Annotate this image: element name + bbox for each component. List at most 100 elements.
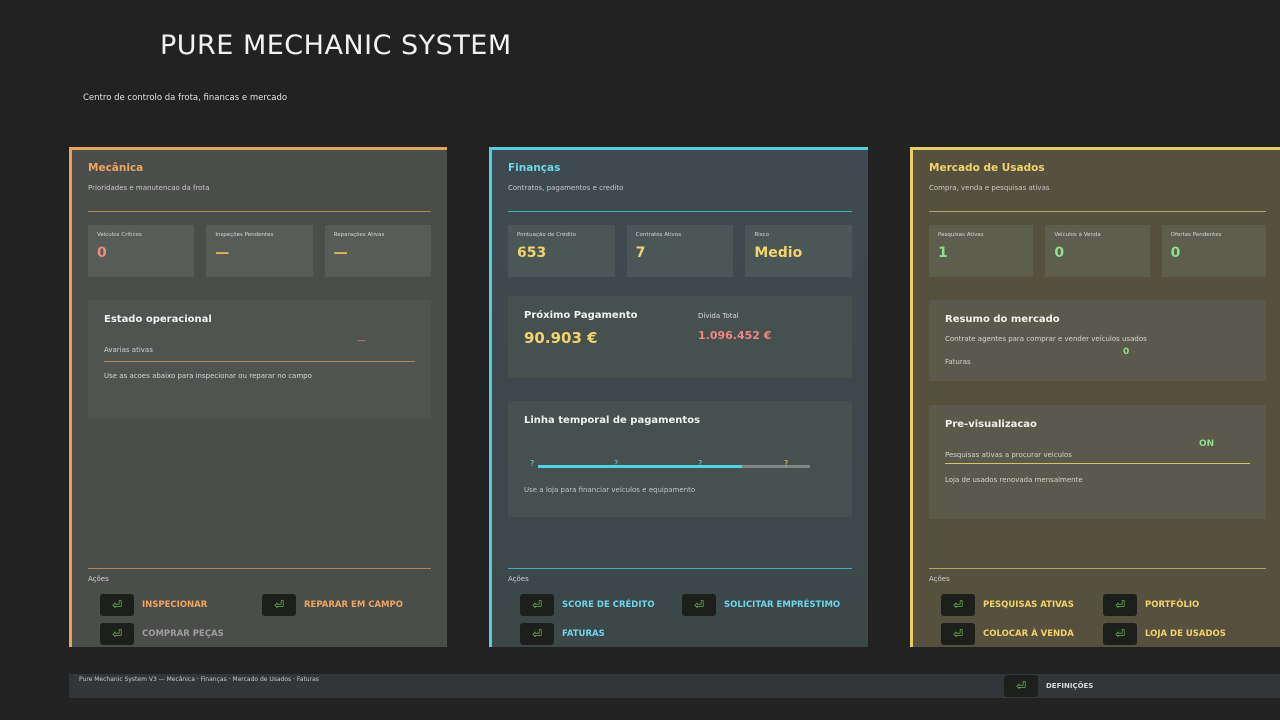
stat-reparacoes-ativas: Reparações Ativas — bbox=[324, 225, 431, 277]
actions-label: Ações bbox=[508, 575, 529, 583]
card-title: Estado operacional bbox=[104, 314, 212, 325]
pesquisas-state[interactable]: ON bbox=[1199, 439, 1214, 449]
stat-label: Contratos Ativos bbox=[635, 232, 682, 238]
app-title: PURE MECHANIC SYSTEM bbox=[160, 30, 512, 61]
footer-text: Pure Mechanic System V3 — Mecânica · Fin… bbox=[79, 676, 319, 683]
panel-subtitle: Compra, venda e pesquisas ativas bbox=[929, 184, 1050, 192]
panel-subtitle: Prioridades e manutencao da frota bbox=[88, 184, 210, 192]
stat-pesquisas-ativas: Pesquisas Ativas 1 bbox=[929, 225, 1034, 277]
pesquisas-ativas-button[interactable]: ⏎ PESQUISAS ATIVAS bbox=[941, 594, 1074, 616]
divider bbox=[104, 361, 415, 362]
stat-value: 0 bbox=[1054, 245, 1065, 261]
card-title: Pre-visualizacao bbox=[945, 419, 1037, 430]
divida-total-label: Dívida Total bbox=[698, 312, 739, 320]
stats-row: Veículos Críticos 0 Inspeções Pendentes … bbox=[88, 225, 431, 277]
solicitar-emprestimo-button[interactable]: ⏎ SOLICITAR EMPRÉSTIMO bbox=[682, 594, 840, 616]
stat-label: Reparações Ativas bbox=[333, 232, 385, 238]
divida-total-value: 1.096.452 € bbox=[698, 329, 772, 342]
reparar-em-campo-button[interactable]: ⏎ REPARAR EM CAMPO bbox=[262, 594, 403, 616]
divider bbox=[88, 568, 431, 569]
enter-arrow-icon: ⏎ bbox=[100, 623, 134, 645]
payment-timeline: ? ? ? ? bbox=[530, 459, 810, 473]
enter-arrow-icon: ⏎ bbox=[1103, 623, 1137, 645]
divider bbox=[945, 463, 1250, 464]
card-note: Loja de usados renovada mensalmente bbox=[945, 476, 1083, 484]
card-note: Use a loja para financiar veículos e equ… bbox=[524, 486, 696, 494]
timeline-mark: ? bbox=[530, 459, 535, 468]
faturas-value: 0 bbox=[1123, 347, 1130, 357]
button-label: SCORE DE CRÉDITO bbox=[562, 600, 655, 610]
stat-value: — bbox=[215, 245, 230, 261]
faturas-button[interactable]: ⏎ FATURAS bbox=[520, 623, 605, 645]
stat-label: Ofertas Pendentes bbox=[1170, 232, 1222, 238]
pesquisas-label: Pesquisas ativas a procurar veiculos bbox=[945, 451, 1072, 459]
panel-title: Mecânica bbox=[88, 162, 144, 174]
enter-arrow-icon: ⏎ bbox=[520, 623, 554, 645]
timeline-mark: ? bbox=[614, 459, 619, 468]
stat-value: 653 bbox=[517, 245, 547, 261]
avarias-label: Avarias ativas bbox=[104, 346, 153, 354]
mercado-panel: Mercado de Usados Compra, venda e pesqui… bbox=[910, 147, 1280, 647]
resumo-mercado-card: Resumo do mercado Contrate agentes para … bbox=[929, 300, 1266, 381]
colocar-a-venda-button[interactable]: ⏎ COLOCAR À VENDA bbox=[941, 623, 1074, 645]
portfolio-button[interactable]: ⏎ PORTFÓLIO bbox=[1103, 594, 1199, 616]
stat-label: Inspeções Pendentes bbox=[215, 232, 274, 238]
stat-label: Pontuação de Crédito bbox=[517, 232, 577, 238]
panel-subtitle: Contratos, pagamentos e credito bbox=[508, 184, 624, 192]
stat-contratos-ativos: Contratos Ativos 7 bbox=[626, 225, 734, 277]
button-label: INSPECIONAR bbox=[142, 600, 208, 610]
stat-label: Risco bbox=[754, 232, 769, 238]
panel-title: Finanças bbox=[508, 162, 561, 174]
stat-value: — bbox=[333, 245, 348, 261]
estado-operacional-card: Estado operacional Avarias ativas — Use … bbox=[88, 300, 431, 418]
inspecionar-button[interactable]: ⏎ INSPECIONAR bbox=[100, 594, 207, 616]
stat-ofertas-pendentes: Ofertas Pendentes 0 bbox=[1161, 225, 1266, 277]
timeline-mark: ? bbox=[698, 459, 703, 468]
button-label: SOLICITAR EMPRÉSTIMO bbox=[724, 600, 841, 610]
enter-arrow-icon: ⏎ bbox=[1004, 675, 1038, 697]
stat-inspecoes-pendentes: Inspeções Pendentes — bbox=[206, 225, 313, 277]
proximo-pagamento-card: Próximo Pagamento 90.903 € Dívida Total … bbox=[508, 296, 852, 378]
button-label: PORTFÓLIO bbox=[1145, 600, 1200, 610]
next-payment-label: Próximo Pagamento bbox=[524, 310, 638, 321]
stats-row: Pontuação de Crédito 653 Contratos Ativo… bbox=[508, 225, 853, 277]
stats-row: Pesquisas Ativas 1 Veículos à Venda 0 Of… bbox=[929, 225, 1266, 277]
enter-arrow-icon: ⏎ bbox=[1103, 594, 1137, 616]
actions-label: Ações bbox=[88, 575, 109, 583]
card-title: Resumo do mercado bbox=[945, 314, 1060, 325]
definicoes-button[interactable]: ⏎ DEFINIÇÕES bbox=[1004, 675, 1093, 697]
divider bbox=[929, 211, 1266, 212]
stat-label: Veículos Críticos bbox=[97, 232, 142, 238]
score-de-credito-button[interactable]: ⏎ SCORE DE CRÉDITO bbox=[520, 594, 655, 616]
comprar-pecas-button[interactable]: ⏎ COMPRAR PEÇAS bbox=[100, 623, 224, 645]
button-label: FATURAS bbox=[562, 629, 605, 639]
panel-title: Mercado de Usados bbox=[929, 162, 1045, 174]
stat-value: 0 bbox=[97, 245, 107, 261]
enter-arrow-icon: ⏎ bbox=[262, 594, 296, 616]
mecanica-panel: Mecânica Prioridades e manutencao da fro… bbox=[69, 147, 447, 647]
actions-label: Ações bbox=[929, 575, 950, 583]
divider bbox=[508, 568, 852, 569]
button-label: COMPRAR PEÇAS bbox=[142, 629, 224, 639]
next-payment-value: 90.903 € bbox=[524, 329, 598, 347]
stat-value: 7 bbox=[635, 245, 646, 261]
card-note: Contrate agentes para comprar e vender v… bbox=[945, 335, 1147, 343]
stat-label: Pesquisas Ativas bbox=[938, 232, 984, 238]
stat-value: 0 bbox=[1170, 245, 1181, 261]
faturas-label: Faturas bbox=[945, 358, 971, 366]
avarias-value: — bbox=[357, 336, 366, 346]
stat-pontuacao-credito: Pontuação de Crédito 653 bbox=[508, 225, 615, 277]
button-label: DEFINIÇÕES bbox=[1046, 682, 1094, 690]
card-title: Linha temporal de pagamentos bbox=[524, 415, 701, 426]
enter-arrow-icon: ⏎ bbox=[941, 594, 975, 616]
button-label: REPARAR EM CAMPO bbox=[304, 600, 403, 610]
linha-temporal-card: Linha temporal de pagamentos ? ? ? ? Use… bbox=[508, 401, 852, 517]
enter-arrow-icon: ⏎ bbox=[682, 594, 716, 616]
button-label: LOJA DE USADOS bbox=[1145, 629, 1226, 639]
enter-arrow-icon: ⏎ bbox=[100, 594, 134, 616]
enter-arrow-icon: ⏎ bbox=[520, 594, 554, 616]
loja-de-usados-button[interactable]: ⏎ LOJA DE USADOS bbox=[1103, 623, 1226, 645]
stat-value: Medio bbox=[754, 245, 803, 261]
enter-arrow-icon: ⏎ bbox=[941, 623, 975, 645]
stat-veiculos-a-venda: Veículos à Venda 0 bbox=[1045, 225, 1150, 277]
